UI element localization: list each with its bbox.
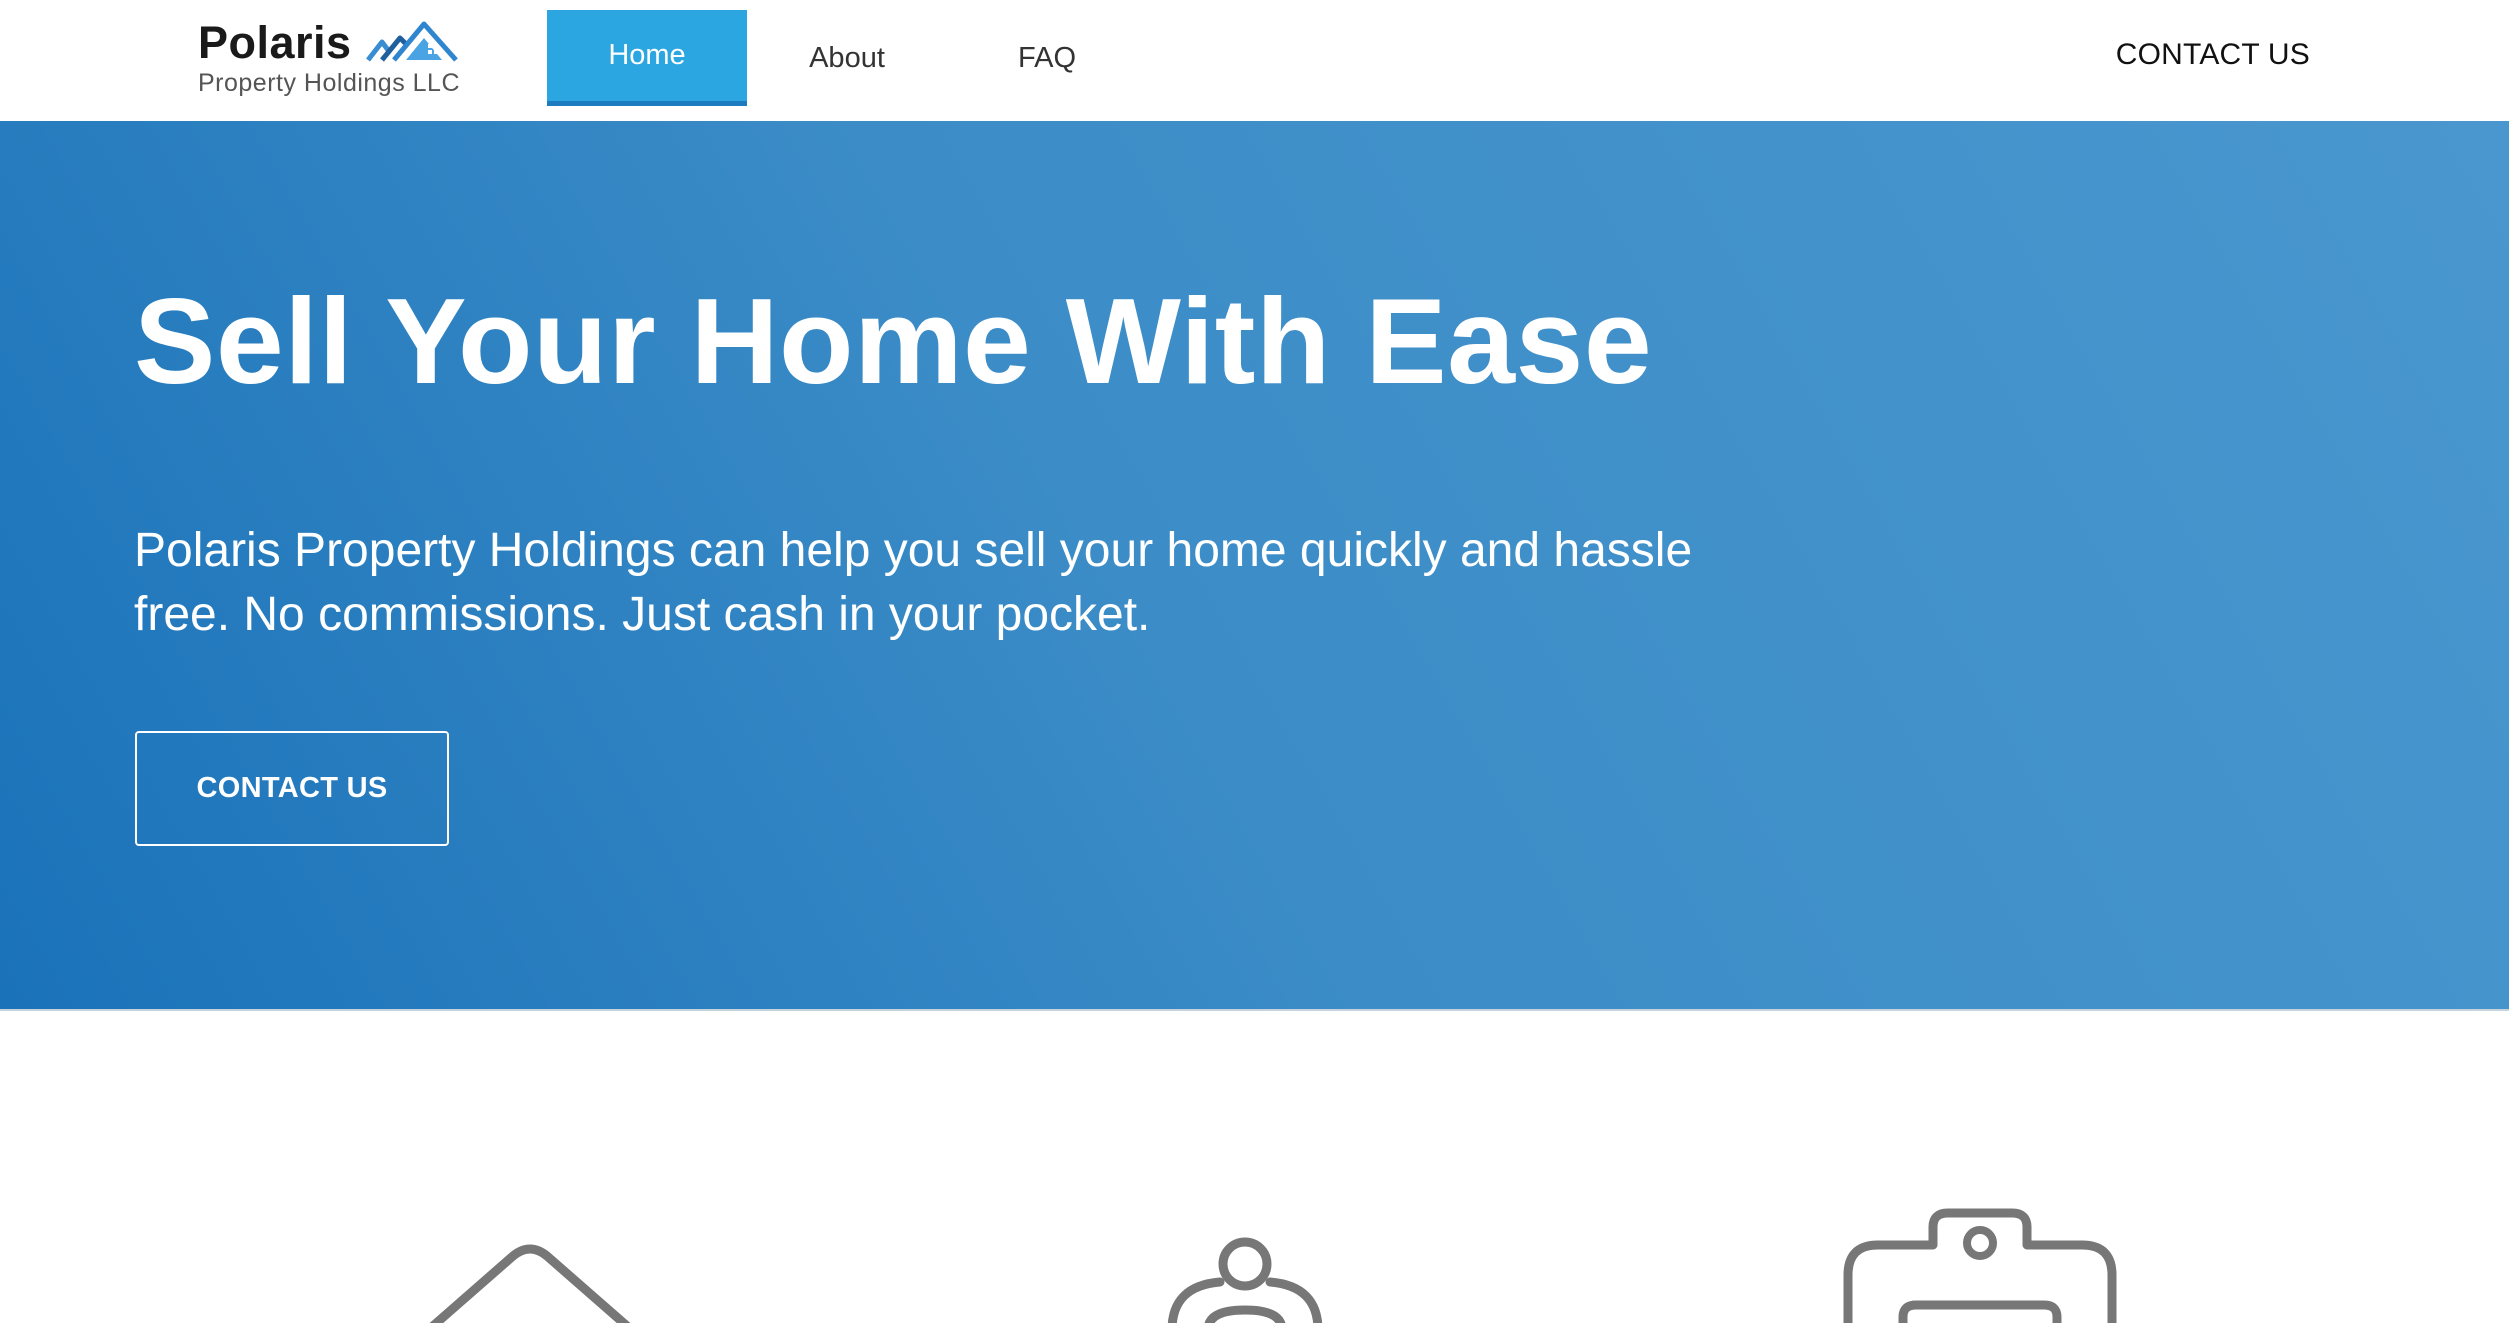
- logo-title: Polaris: [198, 17, 352, 68]
- hero-description: Polaris Property Holdings can help you s…: [134, 524, 1693, 641]
- house-roof-icon: [366, 21, 458, 62]
- person-outline-icon: [1167, 1237, 1323, 1323]
- hero-contact-button[interactable]: CONTACT US: [135, 731, 449, 846]
- nav-home[interactable]: Home: [547, 10, 747, 106]
- nav-about[interactable]: About: [747, 10, 947, 106]
- house-outline-icon: [429, 1244, 631, 1323]
- main-nav: Home About FAQ: [547, 10, 1147, 106]
- header-contact-link[interactable]: CONTACT US: [2116, 38, 2310, 72]
- clipboard-outline-icon: [1843, 1208, 2117, 1323]
- logo[interactable]: Polaris Property Holdings LLC: [198, 18, 468, 103]
- logo-subtitle: Property Holdings LLC: [198, 69, 461, 97]
- hero-section: Sell Your Home With Ease Polaris Propert…: [0, 121, 2509, 1011]
- site-header: Polaris Property Holdings LLC Home About…: [0, 0, 2509, 121]
- hero-title: Sell Your Home With Ease: [134, 273, 1653, 409]
- nav-faq[interactable]: FAQ: [947, 10, 1147, 106]
